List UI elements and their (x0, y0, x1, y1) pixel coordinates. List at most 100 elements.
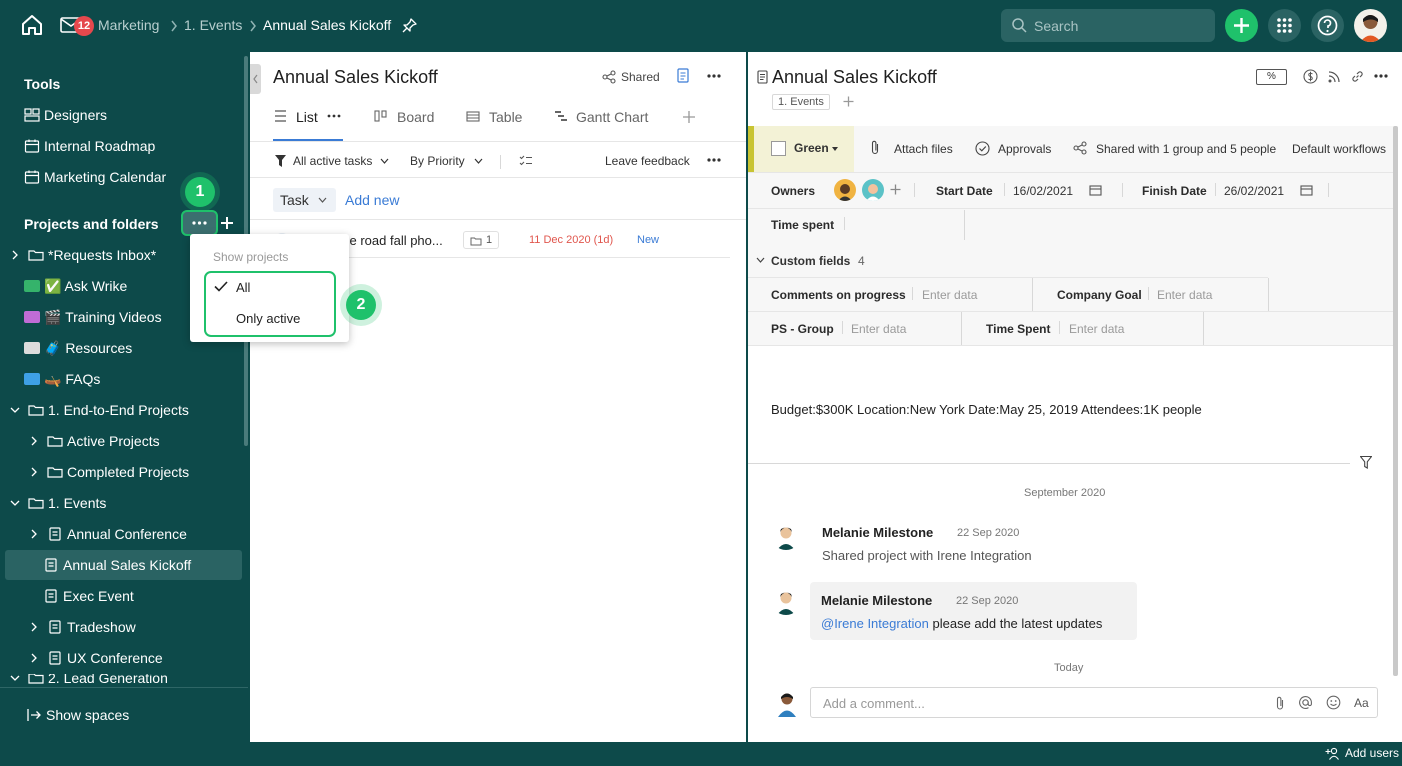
more-menu-icon[interactable] (327, 114, 341, 118)
percent-button[interactable]: % (1256, 69, 1287, 85)
comment-author-avatar[interactable] (771, 585, 801, 615)
folder-tag[interactable]: 1. Events (772, 94, 830, 110)
shared-with-button[interactable]: Shared with 1 group and 5 people (1096, 142, 1276, 156)
sidebar-item-end-to-end-projects[interactable]: 1. End-to-End Projects (0, 395, 242, 425)
more-menu-icon[interactable] (1373, 71, 1389, 81)
custom-field-input[interactable]: Enter data (1157, 288, 1212, 302)
paperclip-icon[interactable] (1275, 696, 1285, 710)
apps-grid-icon[interactable] (1268, 9, 1301, 42)
sidebar-item-tradeshow[interactable]: Tradeshow (0, 612, 242, 642)
breadcrumb-events[interactable]: 1. Events (184, 17, 242, 33)
sidebar-item-designers[interactable]: Designers (0, 100, 242, 130)
rss-icon[interactable] (1328, 70, 1341, 83)
folder-icon (47, 436, 63, 447)
top-bar: 12 Marketing 1. Events Annual Sales Kick… (0, 0, 1402, 52)
filter-icon[interactable] (275, 155, 286, 167)
sidebar-item-label: Tradeshow (67, 619, 136, 635)
mention-link[interactable]: @Irene Integration (821, 616, 929, 631)
approvals-button[interactable]: Approvals (998, 142, 1051, 156)
link-icon[interactable] (1351, 70, 1364, 83)
project-doc-icon[interactable] (677, 68, 689, 83)
status-dropdown[interactable]: Green (794, 141, 829, 155)
search-input[interactable]: Search (1001, 9, 1215, 42)
text-format-button[interactable]: Aa (1354, 696, 1369, 710)
more-menu-icon[interactable] (706, 69, 722, 83)
mention-icon[interactable] (1298, 695, 1313, 710)
paperclip-icon[interactable] (870, 140, 880, 155)
add-tag-icon[interactable] (843, 96, 854, 107)
more-options-button[interactable] (181, 210, 218, 236)
notification-badge[interactable]: 12 (74, 16, 94, 36)
add-owner-icon[interactable] (890, 184, 901, 195)
add-users-button[interactable]: Add users (1345, 746, 1399, 760)
sidebar-item-internal-roadmap[interactable]: Internal Roadmap (0, 131, 242, 161)
dollar-icon[interactable] (1303, 69, 1318, 84)
attach-files-button[interactable]: Attach files (894, 142, 953, 156)
filter-all-active-tasks[interactable]: All active tasks (293, 154, 372, 168)
breadcrumb-marketing[interactable]: Marketing (98, 17, 159, 33)
checklist-icon[interactable] (519, 155, 533, 167)
owner-avatar[interactable] (834, 179, 856, 201)
calendar-icon[interactable] (1300, 184, 1313, 196)
task-status[interactable]: New (637, 234, 659, 246)
comment-author: Melanie Milestone (822, 525, 934, 540)
comment-author-avatar[interactable] (771, 520, 801, 550)
calendar-icon[interactable] (1089, 184, 1102, 196)
share-icon[interactable] (1073, 141, 1087, 155)
filter-icon[interactable] (1360, 456, 1372, 469)
pin-icon[interactable] (402, 17, 418, 33)
custom-field-input[interactable]: Enter data (851, 322, 906, 336)
collapse-sidebar-handle[interactable] (250, 64, 261, 94)
tab-table[interactable]: Table (489, 109, 522, 125)
home-icon[interactable] (20, 14, 44, 36)
subtask-counter[interactable]: 1 (463, 231, 499, 249)
add-project-icon[interactable] (220, 216, 234, 230)
owner-avatar[interactable] (862, 179, 884, 201)
sidebar-item-exec-event[interactable]: Exec Event (0, 581, 242, 611)
dropdown-option-only-active[interactable]: Only active (204, 303, 336, 333)
chevron-down-icon[interactable] (756, 257, 765, 263)
finish-date-value[interactable]: 26/02/2021 (1224, 184, 1284, 198)
more-menu-icon[interactable] (706, 155, 722, 165)
sidebar-item-annual-sales-kickoff[interactable]: Annual Sales Kickoff (5, 550, 242, 580)
tab-list[interactable]: List (296, 109, 318, 125)
sidebar-item-active-projects[interactable]: Active Projects (0, 426, 242, 456)
sidebar: Tools Designers Internal Roadmap Marketi… (0, 52, 248, 742)
approval-icon[interactable] (975, 141, 990, 156)
sidebar-item-ux-conference[interactable]: UX Conference (0, 643, 242, 673)
sidebar-item-annual-conference[interactable]: Annual Conference (0, 519, 242, 549)
start-date-value[interactable]: 16/02/2021 (1013, 184, 1073, 198)
default-workflows-button[interactable]: Default workflows (1292, 142, 1386, 156)
sidebar-item-label: 🎬 Training Videos (44, 308, 162, 325)
sidebar-item-faqs[interactable]: 🛶 FAQs (0, 364, 242, 394)
tab-gantt-chart[interactable]: Gantt Chart (576, 109, 648, 125)
add-button[interactable] (1225, 9, 1258, 42)
sidebar-item-completed-projects[interactable]: Completed Projects (0, 457, 242, 487)
sidebar-item-lead-generation[interactable]: 2. Lead Generation (0, 674, 242, 686)
project-description[interactable]: Budget:$300K Location:New York Date:May … (771, 402, 1202, 417)
add-new-task-link[interactable]: Add new (345, 192, 399, 208)
custom-fields-toggle[interactable]: Custom fields (771, 254, 850, 268)
leave-feedback-link[interactable]: Leave feedback (605, 154, 690, 168)
sort-by-priority[interactable]: By Priority (410, 154, 465, 168)
sidebar-item-events[interactable]: 1. Events (0, 488, 242, 518)
dropdown-option-all[interactable]: All (204, 272, 336, 302)
divider (500, 155, 501, 169)
show-spaces-button[interactable]: Show spaces (0, 700, 242, 730)
comment-input[interactable]: Add a comment... Aa (810, 687, 1378, 718)
tab-board[interactable]: Board (397, 109, 434, 125)
add-view-icon[interactable] (682, 110, 696, 124)
custom-field-label: Time Spent (986, 322, 1051, 336)
shared-label[interactable]: Shared (621, 70, 660, 84)
custom-field-input[interactable]: Enter data (1069, 322, 1124, 336)
custom-field-input[interactable]: Enter data (922, 288, 977, 302)
help-icon[interactable] (1311, 9, 1344, 42)
emoji-icon[interactable] (1326, 695, 1341, 710)
share-icon[interactable] (602, 70, 616, 84)
task-type-button[interactable]: Task (273, 188, 336, 212)
panel-scrollbar[interactable] (1393, 126, 1398, 676)
task-title[interactable]: se road fall pho... (343, 233, 443, 248)
user-avatar[interactable] (1354, 9, 1387, 42)
status-checkbox[interactable] (771, 141, 786, 156)
project-title[interactable]: Annual Sales Kickoff (772, 67, 937, 88)
